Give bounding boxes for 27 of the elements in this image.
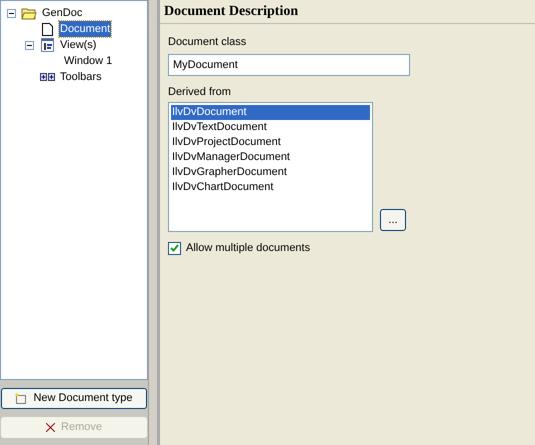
new-button[interactable]: New Document type — [1, 388, 147, 409]
browse-button[interactable]: ... — [380, 209, 406, 231]
page-icon — [42, 22, 52, 36]
field-label: Derived from — [168, 85, 232, 100]
checkbox[interactable] — [168, 242, 181, 255]
field-label: Document class — [168, 35, 248, 50]
folder-icon — [21, 6, 37, 20]
new-item-icon — [15, 392, 28, 404]
close-icon — [46, 423, 56, 432]
list-item[interactable]: IlvDvTextDocument — [171, 120, 370, 135]
tree-item[interactable]: GenDoc — [41, 4, 84, 22]
tree-item[interactable]: View(s) — [59, 36, 98, 54]
list-item[interactable]: IlvDvChartDocument — [171, 180, 370, 195]
toolbar-icon — [40, 73, 54, 81]
collapse-toggle[interactable] — [25, 40, 34, 50]
list-item[interactable]: IlvDvDocument — [171, 105, 370, 120]
tree-item[interactable]: Toolbars — [59, 68, 103, 86]
checkmark-icon — [170, 244, 179, 252]
input-field[interactable]: MyDocument — [168, 54, 410, 76]
collapse-toggle[interactable] — [7, 8, 16, 18]
checkbox-label[interactable]: Allow multiple documents — [186, 240, 310, 256]
list-item[interactable]: IlvDvProjectDocument — [171, 135, 370, 150]
tree-item[interactable]: Document — [59, 20, 112, 38]
tree-item[interactable]: Window 1 — [63, 52, 114, 70]
list-item[interactable]: IlvDvGrapherDocument — [171, 165, 370, 180]
list-item[interactable]: IlvDvManagerDocument — [171, 150, 370, 165]
window-icon — [40, 38, 54, 52]
